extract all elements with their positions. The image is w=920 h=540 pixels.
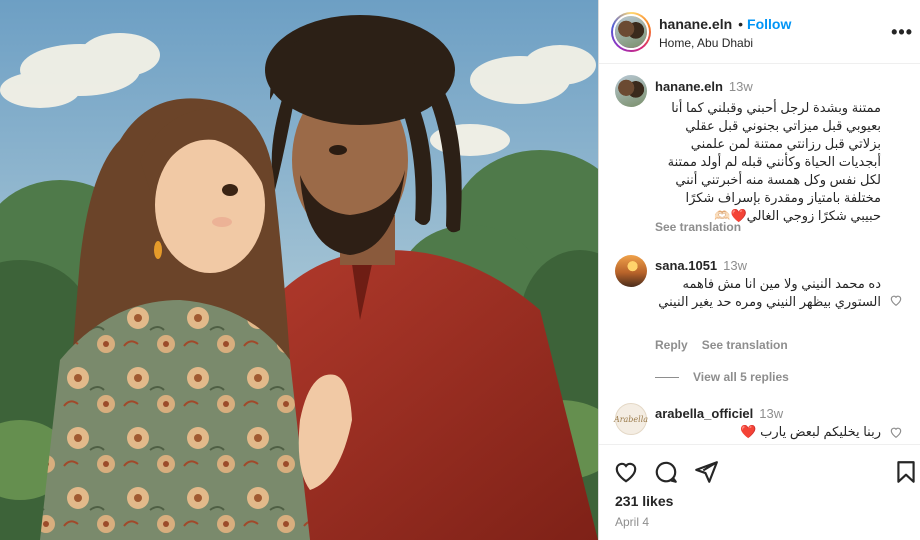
- post-actions: 231 likes April 4: [599, 444, 920, 540]
- comment-text: ده محمد النيني ولا مين انا مش فاهمه الست…: [658, 276, 881, 309]
- author-row: hanane.eln • Follow: [659, 16, 791, 32]
- comments-list[interactable]: hanane.eln 13w ممتنة وبشدة لرجل أحبني وقب…: [599, 65, 920, 443]
- post-location[interactable]: Home, Abu Dhabi: [659, 36, 753, 50]
- caption-username[interactable]: hanane.eln: [655, 79, 723, 94]
- paper-plane-icon[interactable]: [693, 459, 719, 485]
- comment-item: sana.1051 13w ده محمد النيني ولا مين انا …: [599, 255, 920, 365]
- caption-time[interactable]: 13w: [729, 79, 753, 94]
- arabella-logo: Arabella: [614, 403, 648, 435]
- separator-dot: •: [738, 16, 744, 32]
- comment-like-heart-icon[interactable]: [889, 293, 903, 307]
- replies-line: [655, 377, 679, 379]
- caption-text: ممتنة وبشدة لرجل أحبني وقبلني كما أنا بع…: [667, 100, 881, 223]
- view-replies-button[interactable]: View all 5 replies: [655, 370, 789, 384]
- couple-illustration: [0, 0, 598, 540]
- post-image[interactable]: [0, 0, 598, 540]
- view-replies-label: View all 5 replies: [693, 370, 789, 384]
- comment-username[interactable]: sana.1051: [655, 258, 717, 273]
- bookmark-icon[interactable]: [893, 459, 919, 485]
- heart-outline-icon[interactable]: [613, 459, 639, 485]
- more-options-icon[interactable]: •••: [891, 22, 913, 43]
- caption-item: hanane.eln 13w ممتنة وبشدة لرجل أحبني وقب…: [599, 75, 920, 235]
- comment-bubble-icon[interactable]: [653, 459, 679, 485]
- caption-see-translation[interactable]: See translation: [655, 220, 741, 234]
- commenter-avatar[interactable]: Arabella: [614, 403, 648, 435]
- comment-header: sana.1051 13w: [655, 258, 747, 273]
- author-username[interactable]: hanane.eln: [659, 16, 732, 32]
- comment-meta: Reply See translation: [655, 338, 802, 352]
- post-header: hanane.eln • Follow Home, Abu Dhabi •••: [599, 0, 920, 64]
- post-date[interactable]: April 4: [615, 515, 649, 529]
- comment-see-translation[interactable]: See translation: [702, 338, 788, 352]
- comment-text: ربنا يخليكم لبعض يارب ❤️: [740, 424, 881, 439]
- comment-header: arabella_officiel 13w: [655, 406, 783, 421]
- follow-button[interactable]: Follow: [747, 16, 791, 32]
- comment-item: Arabella arabella_officiel 13w ربنا يخليك…: [599, 403, 920, 443]
- comment-time[interactable]: 13w: [723, 258, 747, 273]
- reply-button[interactable]: Reply: [655, 338, 688, 352]
- comment-username[interactable]: arabella_officiel: [655, 406, 753, 421]
- caption-meta: See translation: [655, 220, 755, 234]
- caption-header: hanane.eln 13w: [655, 79, 753, 94]
- caption-avatar[interactable]: [615, 75, 647, 107]
- comment-like-heart-icon[interactable]: [889, 425, 903, 439]
- comment-time[interactable]: 13w: [759, 406, 783, 421]
- author-avatar[interactable]: [611, 12, 651, 52]
- commenter-avatar[interactable]: [615, 255, 647, 287]
- likes-count[interactable]: 231 likes: [615, 493, 673, 509]
- post-side-panel: hanane.eln • Follow Home, Abu Dhabi ••• ha…: [598, 0, 920, 540]
